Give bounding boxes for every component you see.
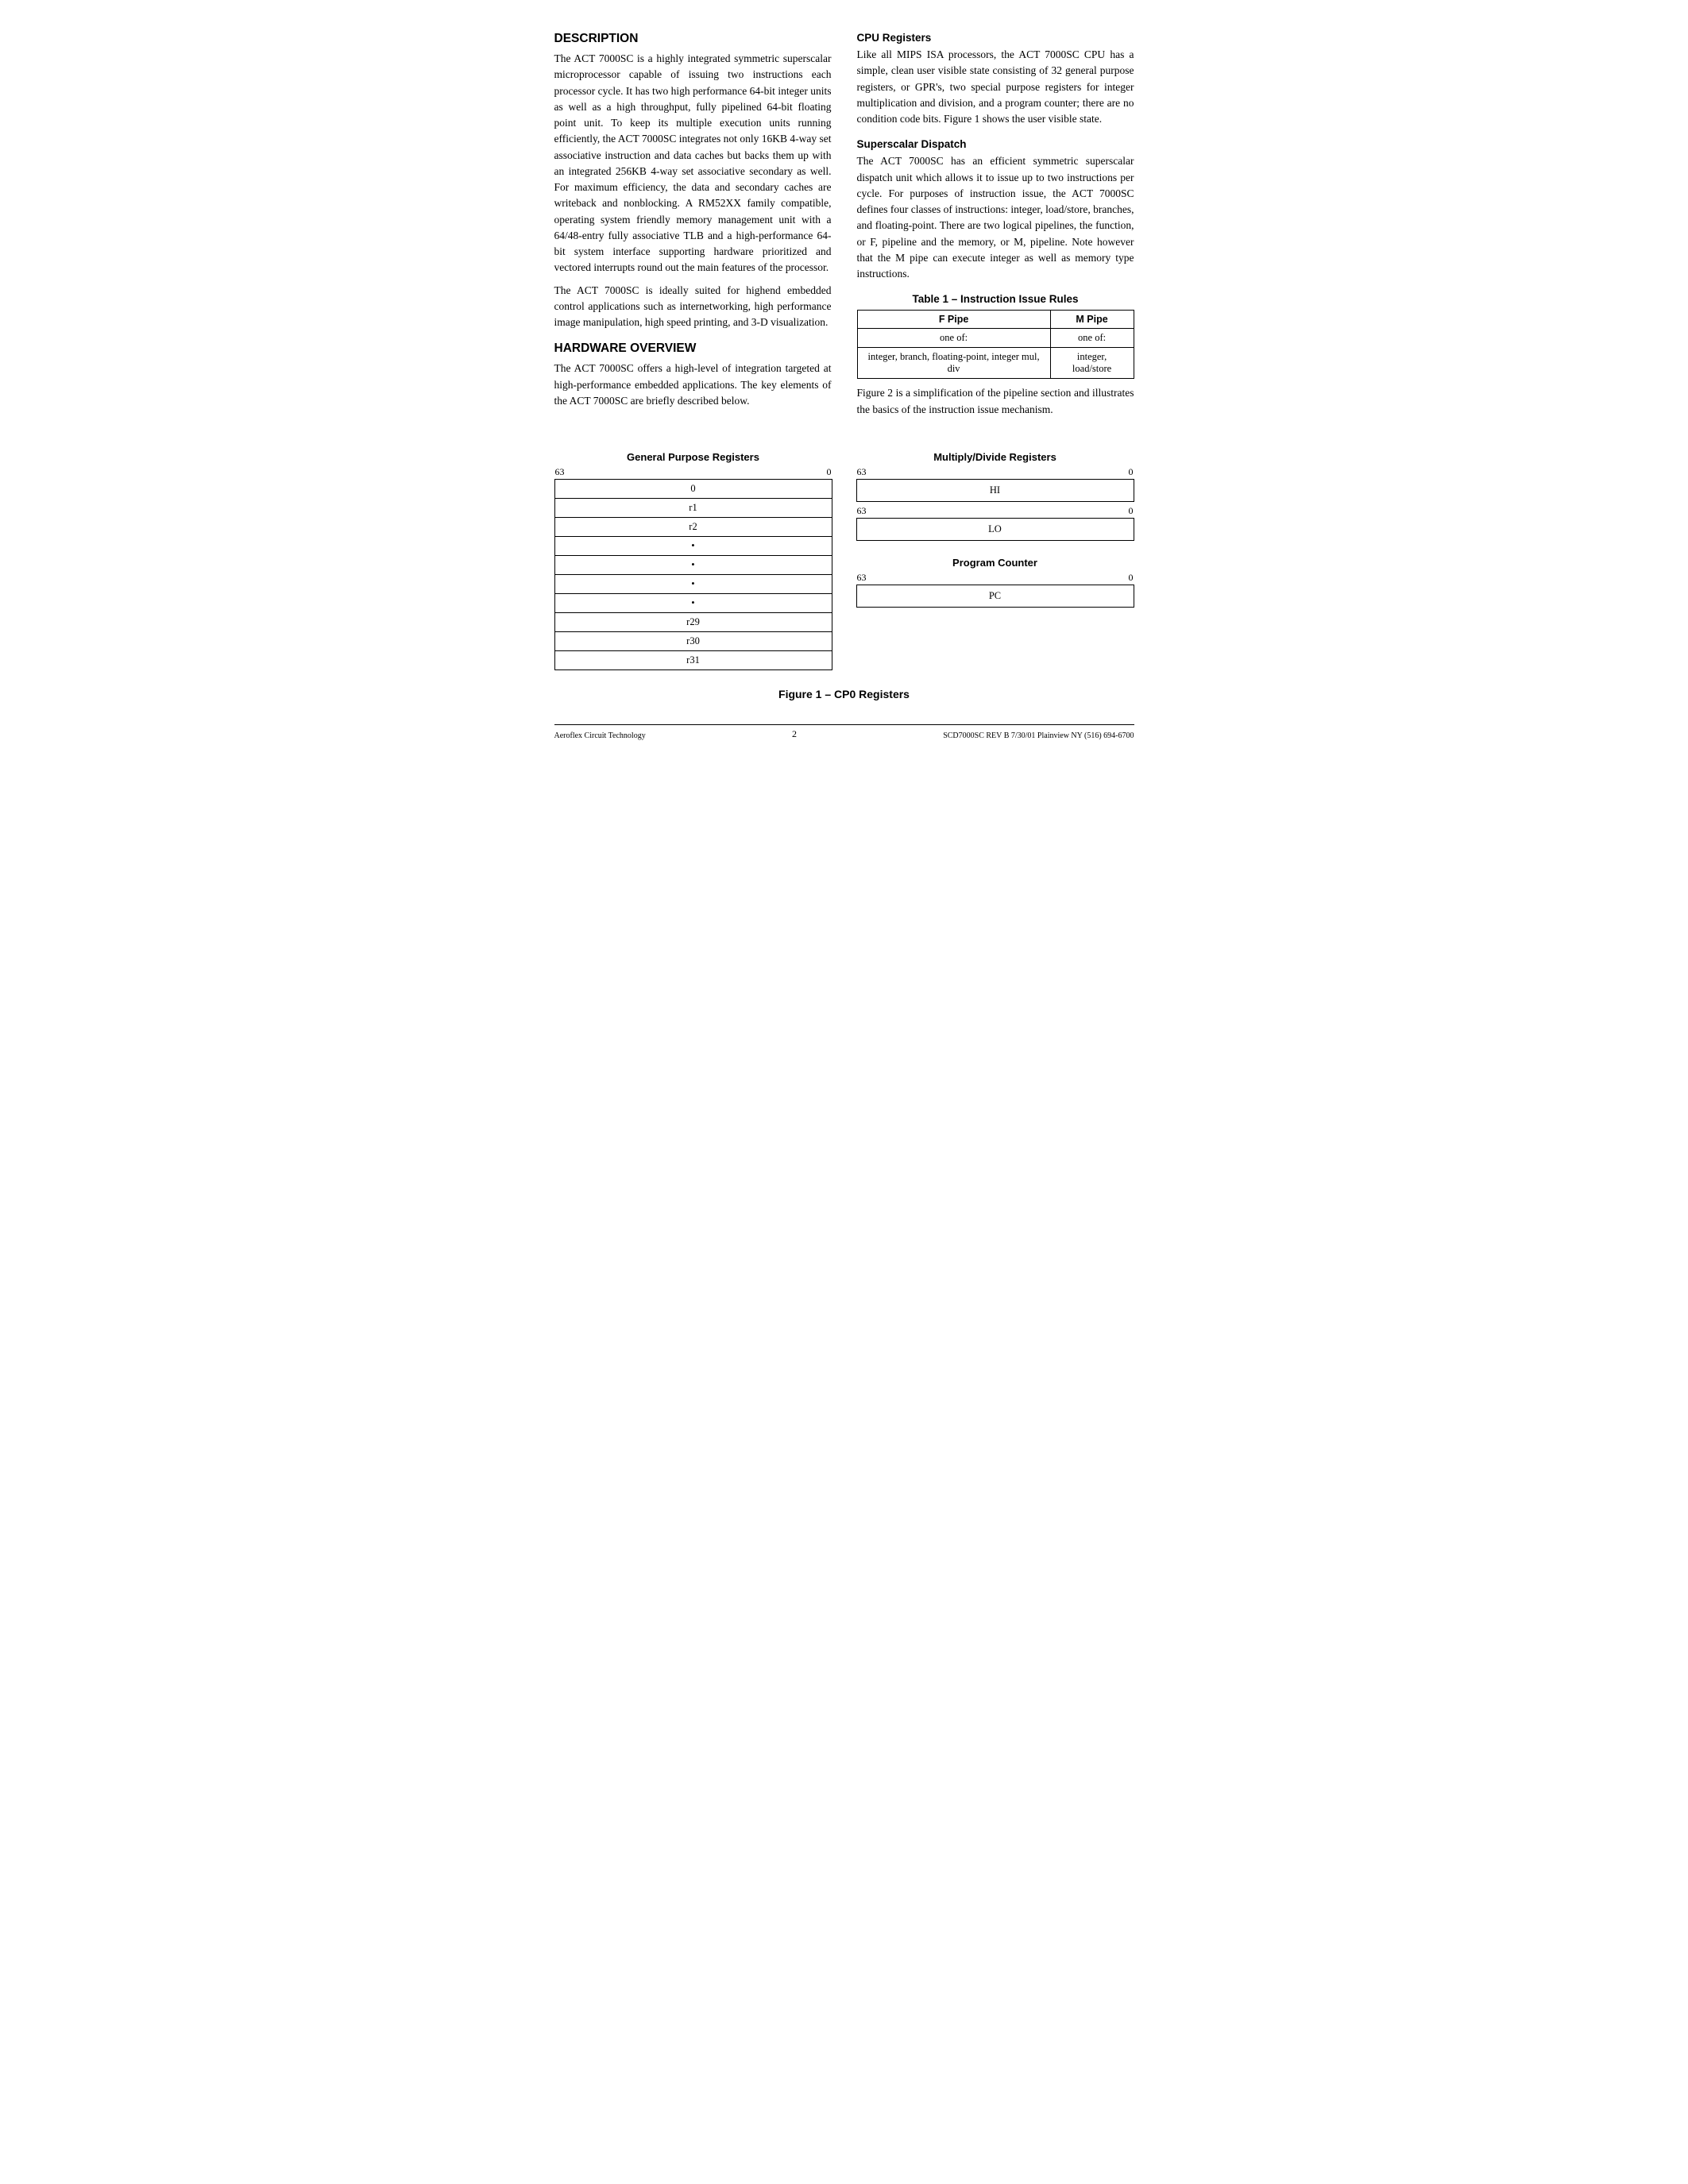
description-section: DESCRIPTION The ACT 7000SC is a highly i… bbox=[554, 32, 832, 330]
gpr-row-r2: r2 bbox=[554, 517, 832, 536]
table-row1-col2: one of: bbox=[1050, 329, 1134, 348]
superscalar-para: The ACT 7000SC has an efficient symmetri… bbox=[857, 153, 1134, 282]
mdr-hi-bit-range: 63 0 bbox=[856, 466, 1134, 478]
description-para1: The ACT 7000SC is a highly integrated sy… bbox=[554, 51, 832, 276]
pc-box: PC bbox=[856, 585, 1134, 608]
table-title: Table 1 – Instruction Issue Rules bbox=[857, 293, 1134, 305]
figure-caption: Figure 1 – CP0 Registers bbox=[554, 688, 1134, 700]
gpr-bit-range: 63 0 bbox=[554, 466, 832, 478]
mdr-hi-bit-high: 63 bbox=[857, 466, 867, 478]
hardware-overview-heading: HARDWARE OVERVIEW bbox=[554, 341, 832, 356]
table-row1-col1: one of: bbox=[857, 329, 1050, 348]
gpr-rows: 0 r1 r2 • • • • r29 r30 r31 bbox=[554, 479, 832, 670]
mdr-title: Multiply/Divide Registers bbox=[856, 451, 1134, 463]
gpr-row-dot4: • bbox=[554, 593, 832, 612]
pc-title: Program Counter bbox=[856, 557, 1134, 569]
gpr-row-r1: r1 bbox=[554, 498, 832, 517]
gpr-row-r29: r29 bbox=[554, 612, 832, 631]
table-col1-header: F Pipe bbox=[857, 311, 1050, 329]
footer: Aeroflex Circuit Technology 2 SCD7000SC … bbox=[554, 724, 1134, 740]
right-column: CPU Registers Like all MIPS ISA processo… bbox=[857, 32, 1134, 429]
gpr-row-dot3: • bbox=[554, 574, 832, 593]
left-column: DESCRIPTION The ACT 7000SC is a highly i… bbox=[554, 32, 832, 429]
footer-right: SCD7000SC REV B 7/30/01 Plainview NY (51… bbox=[943, 731, 1134, 740]
pc-bit-range: 63 0 bbox=[856, 572, 1134, 584]
gpr-row-r30: r30 bbox=[554, 631, 832, 650]
cpu-registers-heading: CPU Registers bbox=[857, 32, 1134, 44]
mdr-lo-box: LO bbox=[856, 518, 1134, 541]
right-reg-groups: Multiply/Divide Registers 63 0 HI 63 0 L… bbox=[856, 451, 1134, 608]
figure-paragraph: Figure 2 is a simplification of the pipe… bbox=[857, 385, 1134, 418]
mdr-lo-bit-high: 63 bbox=[857, 505, 867, 517]
pc-bit-high: 63 bbox=[857, 572, 867, 584]
pc-group: Program Counter 63 0 PC bbox=[856, 557, 1134, 608]
page: DESCRIPTION The ACT 7000SC is a highly i… bbox=[554, 32, 1134, 740]
gpr-row-dot2: • bbox=[554, 555, 832, 574]
gpr-bit-high: 63 bbox=[555, 466, 565, 478]
mdr-lo-bit-range: 63 0 bbox=[856, 505, 1134, 517]
footer-center: 2 bbox=[792, 728, 797, 740]
mdr-hi-box: HI bbox=[856, 479, 1134, 502]
gpr-group: General Purpose Registers 63 0 0 r1 r2 •… bbox=[554, 451, 832, 670]
main-content: DESCRIPTION The ACT 7000SC is a highly i… bbox=[554, 32, 1134, 429]
gpr-bit-low: 0 bbox=[827, 466, 832, 478]
mdr-group: Multiply/Divide Registers 63 0 HI 63 0 L… bbox=[856, 451, 1134, 541]
diagram-section: General Purpose Registers 63 0 0 r1 r2 •… bbox=[554, 451, 1134, 670]
mdr-hi-bit-low: 0 bbox=[1129, 466, 1134, 478]
gpr-row-0: 0 bbox=[554, 479, 832, 498]
cpu-registers-section: CPU Registers Like all MIPS ISA processo… bbox=[857, 32, 1134, 127]
gpr-row-dot1: • bbox=[554, 536, 832, 555]
description-heading: DESCRIPTION bbox=[554, 32, 832, 46]
pc-bit-low: 0 bbox=[1129, 572, 1134, 584]
hardware-overview-section: HARDWARE OVERVIEW The ACT 7000SC offers … bbox=[554, 341, 832, 409]
table-col2-header: M Pipe bbox=[1050, 311, 1134, 329]
table-row2-col1: integer, branch, floating-point, integer… bbox=[857, 348, 1050, 379]
cpu-registers-para: Like all MIPS ISA processors, the ACT 70… bbox=[857, 47, 1134, 127]
superscalar-heading: Superscalar Dispatch bbox=[857, 138, 1134, 150]
gpr-title: General Purpose Registers bbox=[554, 451, 832, 463]
table-section: Table 1 – Instruction Issue Rules F Pipe… bbox=[857, 293, 1134, 418]
table-row2-col2: integer, load/store bbox=[1050, 348, 1134, 379]
superscalar-section: Superscalar Dispatch The ACT 7000SC has … bbox=[857, 138, 1134, 282]
mdr-lo-bit-low: 0 bbox=[1129, 505, 1134, 517]
description-para2: The ACT 7000SC is ideally suited for hig… bbox=[554, 283, 832, 331]
hardware-overview-para1: The ACT 7000SC offers a high-level of in… bbox=[554, 361, 832, 409]
issue-rules-table: F Pipe M Pipe one of: one of: integer, b… bbox=[857, 310, 1134, 379]
gpr-row-r31: r31 bbox=[554, 650, 832, 670]
footer-left: Aeroflex Circuit Technology bbox=[554, 731, 646, 740]
